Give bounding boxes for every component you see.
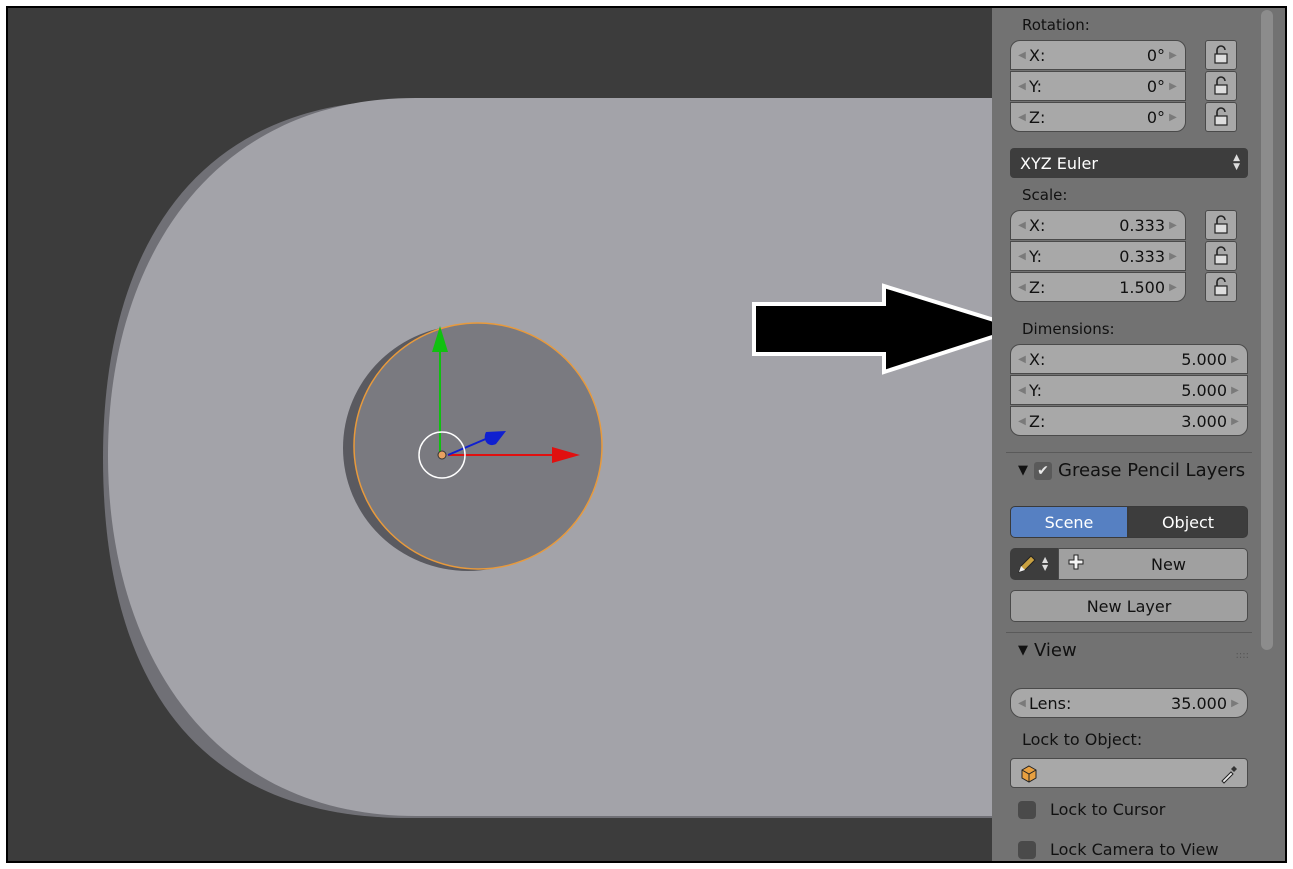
scale-z-field[interactable]: ◀ Z: 1.500 ▶ (1010, 272, 1186, 302)
lock-camera-checkbox-row[interactable]: Lock Camera to View (1018, 840, 1219, 859)
grease-pencil-enable-checkbox[interactable]: ✔ (1034, 461, 1052, 480)
field-value: 0° (1146, 107, 1165, 127)
lock-to-cursor-checkbox[interactable] (1018, 800, 1036, 819)
decrement-icon[interactable]: ◀ (1015, 385, 1029, 396)
decrement-icon[interactable]: ◀ (1015, 282, 1029, 293)
decrement-icon[interactable]: ◀ (1015, 81, 1029, 92)
scale-label: Scale: (1022, 186, 1068, 204)
rotation-mode-select[interactable]: XYZ Euler ▲ ▼ (1010, 148, 1248, 178)
tab-scene[interactable]: Scene (1010, 506, 1128, 538)
field-axis: Z: (1029, 277, 1046, 297)
field-value: 0.333 (1119, 215, 1165, 235)
view-title: View (1034, 640, 1077, 661)
lock-to-cursor-label: Lock to Cursor (1050, 800, 1166, 819)
drag-grip-icon[interactable]: :::: (1236, 650, 1249, 661)
lock-icon[interactable] (1205, 241, 1237, 271)
3d-viewport[interactable] (8, 8, 992, 861)
lens-value: 35.000 (1171, 693, 1227, 713)
panel-divider (1006, 452, 1252, 453)
field-value: 0° (1146, 76, 1165, 96)
increment-icon[interactable]: ▶ (1227, 385, 1243, 396)
field-axis: Y: (1029, 380, 1043, 400)
pencil-icon (1018, 555, 1036, 573)
rotation-label: Rotation: (1022, 16, 1090, 34)
field-axis: Z: (1029, 107, 1046, 127)
increment-icon[interactable]: ▶ (1227, 354, 1243, 365)
decrement-icon[interactable]: ◀ (1015, 112, 1029, 123)
lock-icon[interactable] (1205, 71, 1237, 101)
dimensions-y-field[interactable]: ◀ Y: 5.000 ▶ (1010, 375, 1248, 405)
new-layer-button[interactable]: New Layer (1010, 590, 1248, 622)
decrement-icon[interactable]: ◀ (1015, 354, 1029, 365)
increment-icon[interactable]: ▶ (1165, 112, 1181, 123)
field-value: 5.000 (1181, 349, 1227, 369)
scale-x-field[interactable]: ◀ X: 0.333 ▶ (1010, 210, 1186, 240)
lock-camera-checkbox[interactable] (1018, 840, 1036, 859)
dimensions-x-field[interactable]: ◀ X: 5.000 ▶ (1010, 344, 1248, 374)
eyedropper-icon[interactable] (1219, 764, 1239, 784)
field-axis: Z: (1029, 411, 1046, 431)
field-value: 3.000 (1181, 411, 1227, 431)
lock-icon[interactable] (1205, 210, 1237, 240)
increment-icon[interactable]: ▶ (1227, 416, 1243, 427)
field-value: 5.000 (1181, 380, 1227, 400)
tab-object[interactable]: Object (1128, 506, 1248, 538)
increment-icon[interactable]: ▶ (1165, 220, 1181, 231)
field-axis: X: (1029, 215, 1046, 235)
new-button-label: New (1151, 554, 1186, 574)
collapse-triangle-icon[interactable]: ▼ (1018, 643, 1028, 658)
lens-label: Lens: (1029, 693, 1072, 713)
decrement-icon[interactable]: ◀ (1015, 220, 1029, 231)
plus-icon (1067, 553, 1091, 575)
field-axis: Y: (1029, 76, 1043, 96)
cube-icon (1021, 765, 1037, 783)
grease-pencil-panel-header[interactable]: ▼ ✔ Grease Pencil Layers (1018, 460, 1245, 481)
lock-icon[interactable] (1205, 40, 1237, 70)
lock-icon[interactable] (1205, 272, 1237, 302)
rotation-x-field[interactable]: ◀ X: 0° ▶ (1010, 40, 1186, 70)
lens-field[interactable]: ◀ Lens: 35.000 ▶ (1010, 688, 1248, 718)
lock-to-object-label: Lock to Object: (1022, 730, 1143, 749)
updown-icon: ▲ ▼ (1233, 153, 1240, 172)
increment-icon[interactable]: ▶ (1227, 698, 1243, 709)
grease-pencil-datablock-row: ▲ ▼ New (1010, 548, 1248, 580)
field-value: 0.333 (1119, 246, 1165, 266)
dimensions-label: Dimensions: (1022, 320, 1115, 338)
rotation-mode-value: XYZ Euler (1020, 153, 1098, 173)
dimensions-z-field[interactable]: ◀ Z: 3.000 ▶ (1010, 406, 1248, 436)
field-value: 0° (1146, 45, 1165, 65)
properties-n-panel: Rotation: ◀ X: 0° ▶ ◀ Y: 0° ▶ ◀ Z: 0° ▶ (992, 8, 1285, 861)
decrement-icon[interactable]: ◀ (1015, 698, 1029, 709)
selected-cylinder[interactable] (353, 322, 603, 570)
field-axis: X: (1029, 349, 1046, 369)
view-panel-header[interactable]: ▼ View (1018, 640, 1077, 661)
increment-icon[interactable]: ▶ (1165, 251, 1181, 262)
decrement-icon[interactable]: ◀ (1015, 416, 1029, 427)
grease-pencil-title: Grease Pencil Layers (1058, 460, 1246, 481)
new-grease-pencil-button[interactable]: New (1058, 548, 1248, 580)
field-value: 1.500 (1119, 277, 1165, 297)
increment-icon[interactable]: ▶ (1165, 81, 1181, 92)
panel-divider (1006, 632, 1252, 633)
rotation-y-field[interactable]: ◀ Y: 0° ▶ (1010, 71, 1186, 101)
origin-dot (437, 450, 447, 460)
lock-to-object-field[interactable] (1010, 758, 1248, 788)
field-axis: Y: (1029, 246, 1043, 266)
updown-icon: ▲ ▼ (1042, 555, 1049, 572)
viewport-scene (103, 98, 992, 818)
panel-scrollbar[interactable] (1261, 10, 1273, 650)
pencil-browse-button[interactable]: ▲ ▼ (1010, 548, 1058, 580)
lock-camera-label: Lock Camera to View (1050, 840, 1219, 859)
collapse-triangle-icon[interactable]: ▼ (1018, 463, 1028, 478)
increment-icon[interactable]: ▶ (1165, 282, 1181, 293)
increment-icon[interactable]: ▶ (1165, 50, 1181, 61)
scale-y-field[interactable]: ◀ Y: 0.333 ▶ (1010, 241, 1186, 271)
decrement-icon[interactable]: ◀ (1015, 50, 1029, 61)
rotation-z-field[interactable]: ◀ Z: 0° ▶ (1010, 102, 1186, 132)
lock-icon[interactable] (1205, 102, 1237, 132)
screenshot-frame: Rotation: ◀ X: 0° ▶ ◀ Y: 0° ▶ ◀ Z: 0° ▶ (6, 6, 1287, 863)
decrement-icon[interactable]: ◀ (1015, 251, 1029, 262)
lock-to-cursor-checkbox-row[interactable]: Lock to Cursor (1018, 800, 1165, 819)
field-axis: X: (1029, 45, 1046, 65)
